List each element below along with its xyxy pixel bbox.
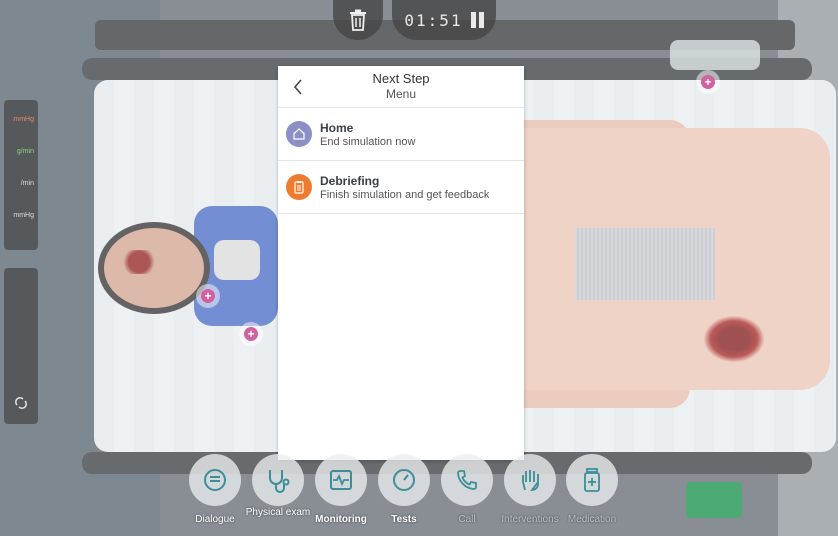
heart-monitor-icon: [330, 470, 352, 490]
interventions-button[interactable]: [504, 454, 556, 506]
menu-item-title: Debriefing: [320, 173, 380, 188]
medication-label: Medication: [567, 514, 617, 525]
phone-icon: [457, 470, 477, 490]
medicine-bottle-icon: [584, 468, 600, 492]
chevron-left-icon: [293, 79, 302, 95]
call-button[interactable]: [441, 454, 493, 506]
clipboard-icon: [286, 174, 312, 200]
menu-item-subtitle: Finish simulation and get feedback: [320, 188, 490, 201]
dialogue-button[interactable]: [189, 454, 241, 506]
timer-value: 01:51: [404, 10, 463, 30]
monitoring-button[interactable]: [315, 454, 367, 506]
simulation-timer[interactable]: 01:51: [392, 0, 496, 40]
menu-item-subtitle: End simulation now: [320, 135, 416, 148]
menu-title: Next Step: [372, 71, 430, 86]
menu-header: Next Step Menu: [278, 66, 524, 108]
menu-item-debriefing[interactable]: Debriefing Finish simulation and get fee…: [278, 161, 524, 214]
stethoscope-icon: [269, 470, 290, 493]
gauge-icon: [393, 469, 415, 491]
speech-bubble-icon: [204, 469, 226, 491]
menu-item-title: Home: [320, 120, 354, 135]
pause-icon[interactable]: [470, 12, 484, 28]
menu-item-home[interactable]: Home End simulation now: [278, 108, 524, 161]
next-step-menu: Next Step Menu Home End simulation now D…: [278, 66, 524, 460]
menu-subtitle: Menu: [385, 87, 417, 101]
medication-button[interactable]: [566, 454, 618, 506]
home-icon: [286, 121, 312, 147]
trash-icon: [350, 9, 366, 31]
hand-icon: [522, 470, 539, 491]
back-button[interactable]: [288, 77, 308, 97]
tests-button[interactable]: [378, 454, 430, 506]
physical-exam-button[interactable]: [252, 454, 304, 506]
